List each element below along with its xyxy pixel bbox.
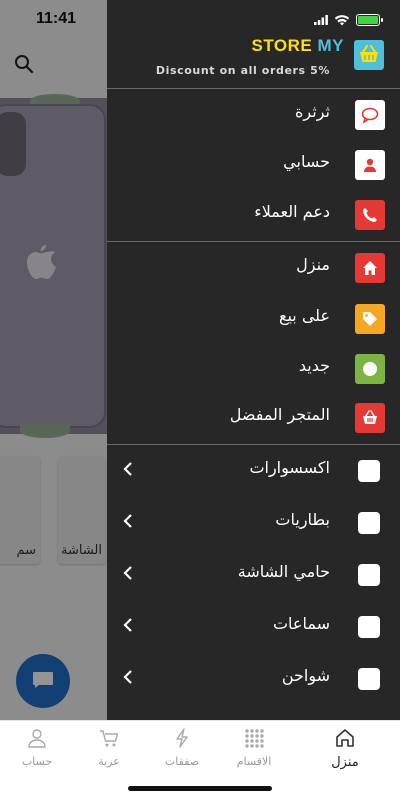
battery-icon (356, 14, 383, 26)
tab-account[interactable]: حساب (2, 727, 72, 775)
menu-item-customer-support[interactable]: دعم العملاء (107, 190, 400, 240)
category-item-screen-protector[interactable]: حامي الشاشة (107, 548, 400, 600)
category-checkbox[interactable] (358, 616, 380, 638)
home-icon (336, 729, 354, 747)
menu-item-chat[interactable]: ثرثرة (107, 90, 400, 140)
category-item-chargers[interactable]: شواحن (107, 652, 400, 704)
tab-cart[interactable]: عربة (74, 727, 144, 775)
tag-icon (355, 304, 385, 334)
phone-icon (355, 200, 385, 230)
status-icons (314, 10, 383, 30)
basket-icon (355, 403, 385, 433)
tab-home[interactable]: منزل (310, 727, 380, 775)
chat-icon (355, 100, 385, 130)
divider (107, 241, 400, 242)
dim-overlay[interactable] (0, 0, 107, 720)
tab-deals[interactable]: صفقات (147, 727, 217, 775)
menu-item-my-account[interactable]: حسابي (107, 140, 400, 190)
chevron-left-icon (123, 670, 132, 684)
category-checkbox[interactable] (358, 512, 380, 534)
grid-icon (245, 729, 264, 748)
chevron-left-icon (123, 462, 132, 476)
menu-item-on-sale[interactable]: على بيع (107, 294, 400, 344)
menu-item-new[interactable]: جديد (107, 344, 400, 394)
bolt-icon (176, 728, 188, 748)
category-checkbox[interactable] (358, 564, 380, 586)
category-item-batteries[interactable]: بطاريات (107, 496, 400, 548)
wifi-icon (334, 15, 350, 26)
person-icon (355, 150, 385, 180)
chevron-left-icon (123, 514, 132, 528)
store-subtitle: Discount on all orders 5% (155, 64, 330, 77)
cart-icon (100, 730, 119, 747)
tab-categories[interactable]: الاقسام (219, 727, 289, 775)
store-logo-icon (354, 40, 384, 70)
circle-icon (355, 354, 385, 384)
home-icon (355, 253, 385, 283)
user-icon (28, 729, 46, 748)
menu-item-home[interactable]: منزل (107, 243, 400, 293)
store-title: STORE MY (251, 36, 344, 55)
category-item-accessories[interactable]: اكسسوارات (107, 444, 400, 496)
signal-icon (314, 15, 328, 25)
chevron-left-icon (123, 566, 132, 580)
category-checkbox[interactable] (358, 668, 380, 690)
side-drawer: STORE MY Discount on all orders 5% ثرثرة… (107, 0, 400, 720)
menu-item-favorite-store[interactable]: المتجر المفضل (107, 393, 400, 443)
category-item-headphones[interactable]: سماعات (107, 600, 400, 652)
divider (107, 88, 400, 89)
category-checkbox[interactable] (358, 460, 380, 482)
store-header: STORE MY Discount on all orders 5% (107, 34, 400, 88)
home-indicator (128, 786, 272, 791)
chevron-left-icon (123, 618, 132, 632)
